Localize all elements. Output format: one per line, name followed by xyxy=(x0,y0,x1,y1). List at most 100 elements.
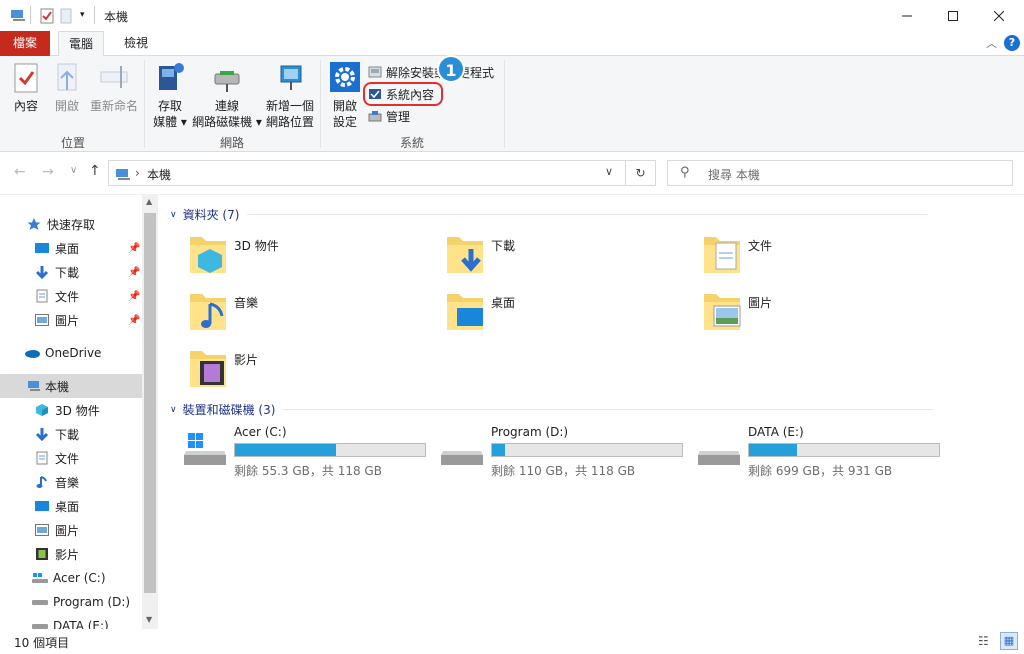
minimize-button[interactable] xyxy=(884,0,930,31)
content-pane: ∨ 資料夾 (7) 3D 物件 下載 文件 音樂 桌面 圖片 影片 ∨ 裝置和磁… xyxy=(158,195,1024,629)
nav-this-pc[interactable]: 本機 xyxy=(0,374,142,398)
map-network-drive-button[interactable]: 連線 網路磁碟機 ▾ xyxy=(192,60,262,130)
folder-3d-objects[interactable]: 3D 物件 xyxy=(188,231,428,283)
folder-pictures[interactable]: 圖片 xyxy=(702,288,942,340)
nav-pc-downloads[interactable]: 下載 xyxy=(0,422,142,446)
manage-button[interactable]: 管理 xyxy=(368,106,410,126)
scroll-down-icon[interactable]: ▼ xyxy=(146,615,152,624)
details-view-icon[interactable]: ☷ xyxy=(978,634,989,648)
open-settings-button[interactable]: 開啟 設定 xyxy=(326,60,364,130)
search-placeholder: 搜尋 本機 xyxy=(708,168,760,182)
this-pc-icon[interactable] xyxy=(10,8,26,25)
access-media-button[interactable]: 存取 媒體 ▾ xyxy=(150,60,190,130)
collapse-ribbon-icon[interactable]: ︿ xyxy=(986,35,997,51)
recent-locations-chevron-icon[interactable]: ∨ xyxy=(70,165,77,176)
pin-icon[interactable]: 📌 xyxy=(128,315,140,326)
new-folder-quick-icon[interactable] xyxy=(60,8,72,27)
large-icons-view-icon[interactable]: ▦ xyxy=(1000,632,1018,650)
back-arrow-icon[interactable]: ← xyxy=(14,164,26,180)
nav-onedrive[interactable]: OneDrive xyxy=(0,341,142,365)
breadcrumb-this-pc[interactable]: 本機 xyxy=(147,166,171,183)
folder-music[interactable]: 音樂 xyxy=(188,288,428,340)
collapse-chevron-icon[interactable]: ∨ xyxy=(170,405,177,415)
properties-quick-icon[interactable] xyxy=(40,8,54,27)
uninstall-icon xyxy=(368,66,382,78)
drive-e[interactable]: DATA (E:) 剩餘 699 GB，共 931 GB xyxy=(696,425,956,478)
help-icon[interactable]: ? xyxy=(1004,35,1020,51)
folder-downloads-icon xyxy=(447,237,483,273)
tab-file[interactable]: 檔案 xyxy=(0,31,50,56)
drive-usage-bar xyxy=(748,443,940,457)
rename-button[interactable]: 重新命名 xyxy=(88,62,140,114)
folder-videos[interactable]: 影片 xyxy=(188,345,428,397)
nav-pc-desktop[interactable]: 桌面 xyxy=(0,494,142,518)
nav-label: 文件 xyxy=(55,289,80,304)
nav-quick-access[interactable]: 快速存取 xyxy=(0,212,142,236)
add-network-location-button[interactable]: 新增一個 網路位置 xyxy=(264,60,316,130)
nav-label: 快速存取 xyxy=(47,217,96,232)
drive-icon xyxy=(441,451,483,465)
settings-gear-icon xyxy=(330,62,360,92)
nav-pc-drive-e[interactable]: DATA (E:) xyxy=(0,614,142,629)
scroll-up-icon[interactable]: ▲ xyxy=(146,197,152,206)
cloud-icon xyxy=(24,345,40,361)
drives-section-header[interactable]: ∨ 裝置和磁碟機 (3) xyxy=(170,401,1010,418)
drive-icon xyxy=(32,618,48,629)
breadcrumb-separator-icon: › xyxy=(135,166,140,180)
drive-usage-fill xyxy=(492,444,506,456)
search-input[interactable]: ⚲ 搜尋 本機 xyxy=(667,160,1013,186)
section-divider xyxy=(247,214,928,215)
open-settings-label-1: 開啟 xyxy=(332,99,357,113)
nav-pc-videos[interactable]: 影片 xyxy=(0,542,142,566)
drive-d[interactable]: Program (D:) 剩餘 110 GB，共 118 GB xyxy=(439,425,699,478)
folder-music-icon xyxy=(190,294,226,330)
nav-label: 圖片 xyxy=(55,313,80,328)
customize-quick-access-icon[interactable]: ▾ xyxy=(80,10,85,20)
scrollbar-thumb[interactable] xyxy=(144,213,156,593)
nav-pc-3d-objects[interactable]: 3D 物件 xyxy=(0,398,142,422)
address-dropdown-icon[interactable]: ∨ xyxy=(605,165,613,178)
folder-name: 圖片 xyxy=(748,296,773,310)
group-label-network: 網路 xyxy=(220,136,245,150)
folder-desktop[interactable]: 桌面 xyxy=(445,288,685,340)
ribbon-tabs: 檔案 電腦 檢視 ︿ ? xyxy=(0,31,1024,57)
drive-name: Acer (C:) xyxy=(234,425,287,439)
drive-usage-fill xyxy=(749,444,797,456)
folder-documents[interactable]: 文件 xyxy=(702,231,942,283)
nav-qa-desktop[interactable]: 桌面 📌 xyxy=(0,236,142,260)
nav-pc-pictures[interactable]: 圖片 xyxy=(0,518,142,542)
drive-c[interactable]: Acer (C:) 剩餘 55.3 GB，共 118 GB xyxy=(182,425,442,478)
pin-icon[interactable]: 📌 xyxy=(128,267,140,278)
pin-icon[interactable]: 📌 xyxy=(128,243,140,254)
nav-qa-downloads[interactable]: 下載 📌 xyxy=(0,260,142,284)
section-divider xyxy=(283,409,934,410)
close-button[interactable] xyxy=(976,0,1022,31)
up-arrow-icon[interactable]: ↑ xyxy=(89,163,101,179)
collapse-chevron-icon[interactable]: ∨ xyxy=(170,210,177,220)
nav-pc-music[interactable]: 音樂 xyxy=(0,470,142,494)
folders-section-header[interactable]: ∨ 資料夾 (7) xyxy=(170,206,1010,223)
address-bar[interactable]: › 本機 ∨ xyxy=(108,160,626,186)
folder-downloads[interactable]: 下載 xyxy=(445,231,685,283)
nav-qa-pictures[interactable]: 圖片 📌 xyxy=(0,308,142,332)
properties-button[interactable]: 內容 xyxy=(8,62,44,114)
uninstall-button[interactable]: 解除安裝或變更程式 xyxy=(368,62,494,82)
nav-label: 下載 xyxy=(55,427,80,442)
nav-qa-documents[interactable]: 文件 📌 xyxy=(0,284,142,308)
open-button[interactable]: 開啟 xyxy=(50,62,84,114)
nav-pc-documents[interactable]: 文件 xyxy=(0,446,142,470)
maximize-button[interactable] xyxy=(930,0,976,31)
section-title: 資料夾 (7) xyxy=(182,208,240,222)
tab-view[interactable]: 檢視 xyxy=(114,31,158,56)
group-label-location: 位置 xyxy=(61,136,86,150)
nav-label: OneDrive xyxy=(45,346,102,360)
tab-computer[interactable]: 電腦 xyxy=(58,31,105,57)
nav-pc-drive-c[interactable]: Acer (C:) xyxy=(0,566,142,590)
access-media-label-1: 存取 xyxy=(157,99,182,113)
nav-scrollbar[interactable]: ▲ ▼ xyxy=(142,195,158,629)
forward-arrow-icon[interactable]: → xyxy=(42,164,54,180)
film-icon xyxy=(34,546,50,562)
refresh-button[interactable]: ↻ xyxy=(626,160,656,186)
pin-icon[interactable]: 📌 xyxy=(128,291,140,302)
nav-pc-drive-d[interactable]: Program (D:) xyxy=(0,590,142,614)
